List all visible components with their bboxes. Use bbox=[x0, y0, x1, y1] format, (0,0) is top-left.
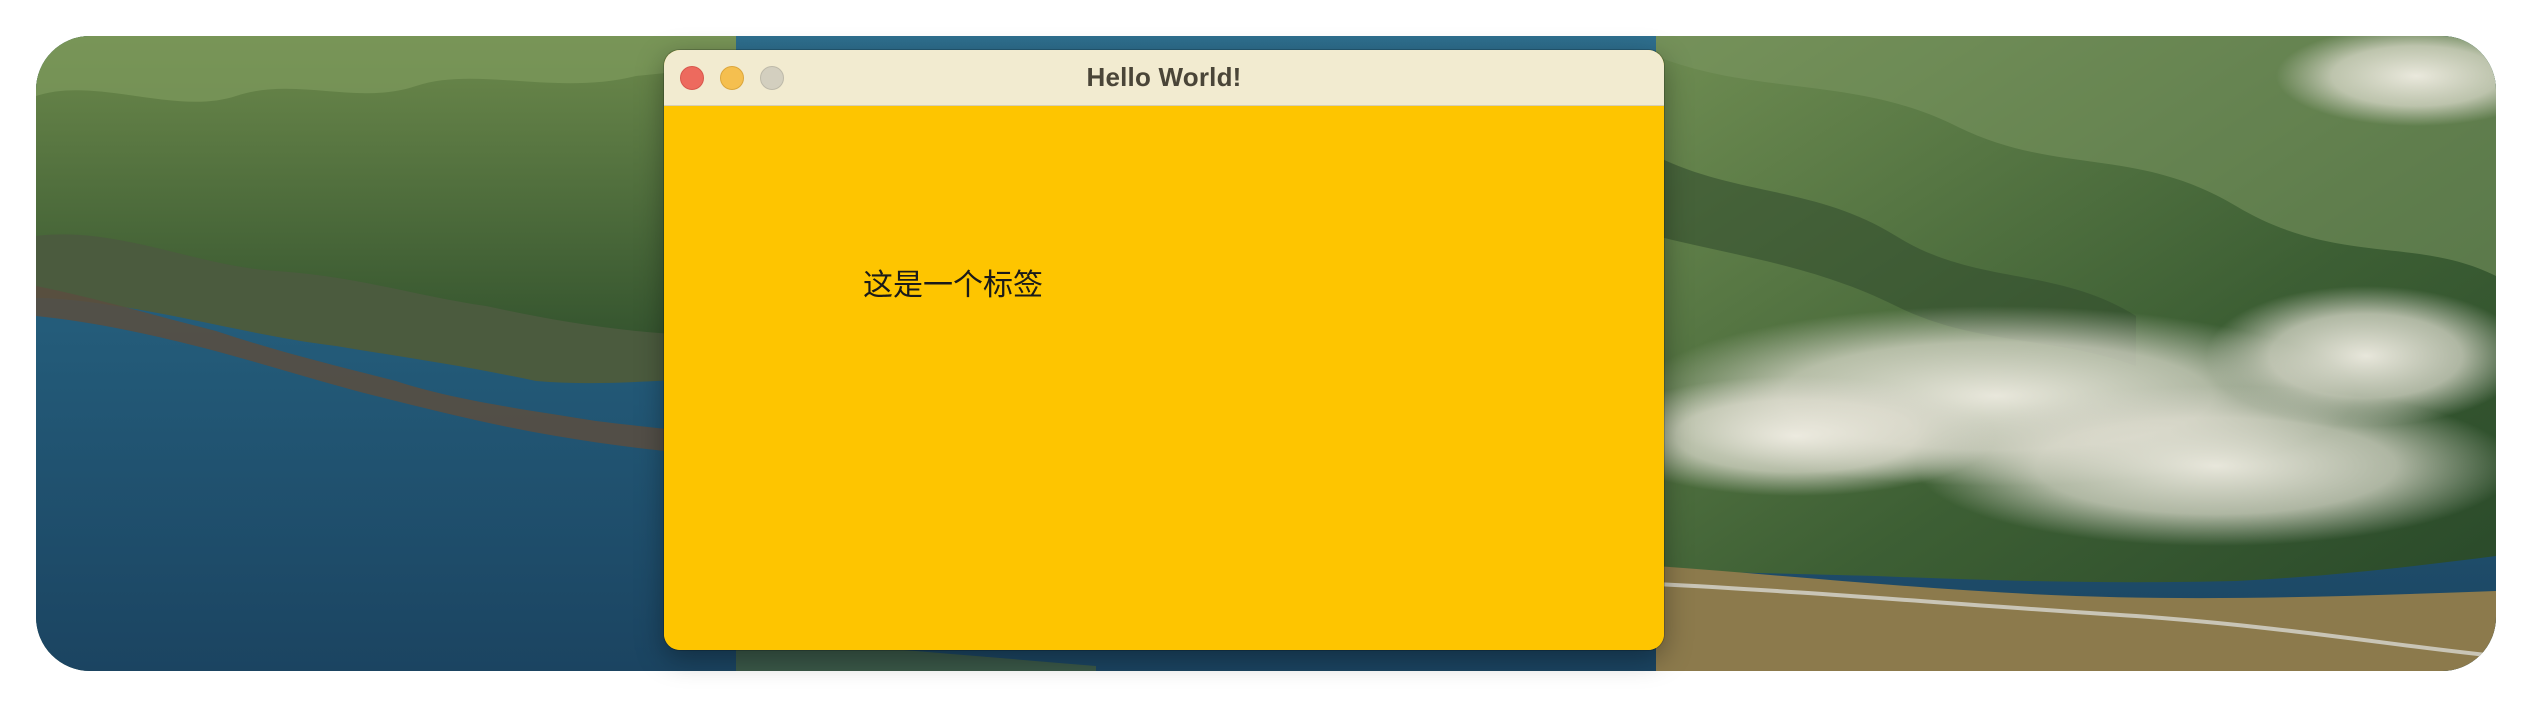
window-title: Hello World! bbox=[1086, 62, 1242, 92]
text-label: 这是一个标签 bbox=[863, 268, 1043, 303]
close-window-button[interactable] bbox=[680, 65, 704, 90]
zoom-window-button bbox=[760, 65, 784, 90]
app-window: Hello World! 这是一个标签 bbox=[664, 50, 1664, 650]
traffic-lights bbox=[680, 65, 784, 90]
window-content: 这是一个标签 bbox=[664, 106, 1664, 650]
window-titlebar[interactable]: Hello World! bbox=[664, 50, 1664, 106]
minimize-window-button[interactable] bbox=[720, 65, 744, 90]
